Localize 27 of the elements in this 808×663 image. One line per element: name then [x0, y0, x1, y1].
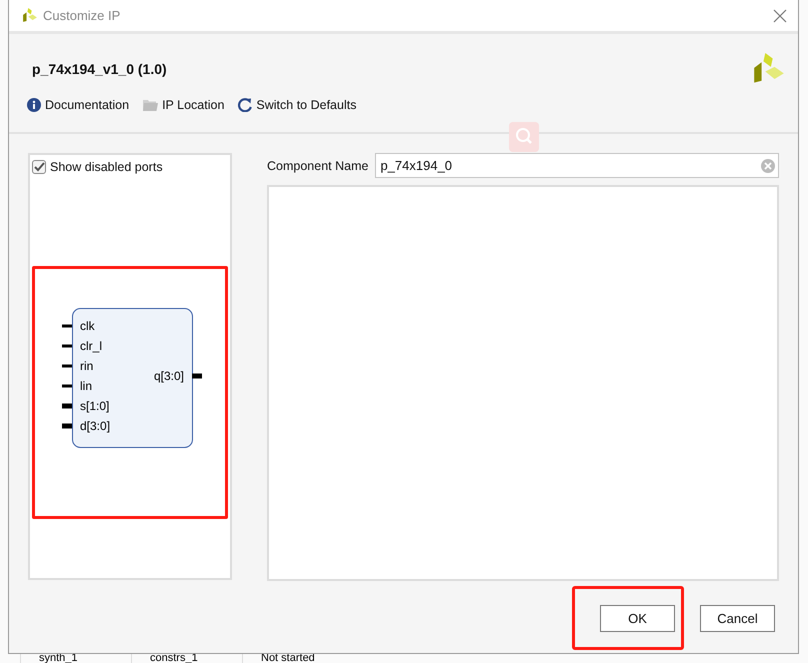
table-cell: Not started	[242, 654, 353, 663]
dialog-button[interactable]: OK	[600, 605, 675, 632]
port-label: s[1:0]	[80, 399, 110, 413]
field-label: Component Name	[267, 158, 368, 172]
ip-name: p_74x194_v1_0 (1.0)	[32, 61, 167, 77]
toolbar-link[interactable]: Documentation	[27, 98, 130, 112]
dialog-button[interactable]: Cancel	[700, 605, 775, 632]
table-cell: synth_1	[20, 654, 131, 663]
port-label: q[3:0]	[154, 369, 184, 383]
folder-icon	[143, 99, 158, 111]
checkbox-label: Show disabled ports	[50, 160, 163, 174]
port-label: clr_l	[80, 339, 102, 353]
component-name-field[interactable]: p_74x194_0	[375, 153, 779, 178]
info-icon	[27, 98, 41, 112]
refresh-icon	[238, 98, 252, 112]
port-label: rin	[80, 359, 94, 373]
port-label: lin	[80, 379, 92, 393]
toolbar-link[interactable]: Switch to Defaults	[238, 98, 356, 112]
table-cell: constrs_1	[131, 654, 242, 663]
checkbox[interactable]	[32, 160, 46, 174]
window-title: Customize IP	[43, 8, 122, 23]
toolbar-link[interactable]: IP Location	[143, 98, 224, 112]
logo-icon	[754, 53, 784, 85]
close-icon[interactable]	[772, 8, 788, 24]
port-label: d[3:0]	[80, 419, 110, 433]
port-label: clk	[80, 319, 95, 333]
logo-icon	[23, 8, 37, 23]
